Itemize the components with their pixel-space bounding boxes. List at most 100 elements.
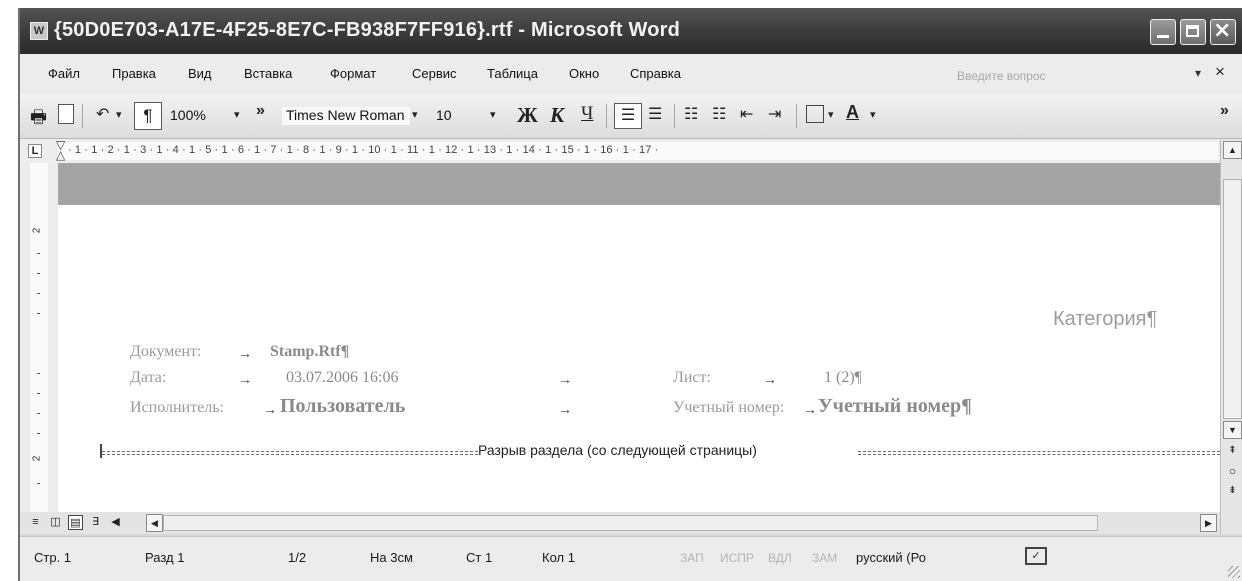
vertical-ruler-number: 2 [31,455,43,462]
menu-window[interactable]: Окно [569,66,599,81]
ruler-tick [37,253,40,254]
print-preview-icon[interactable] [58,104,74,124]
menu-table[interactable]: Таблица [487,66,538,81]
undo-dropdown-icon[interactable]: ▾ [116,108,122,121]
show-formatting-button[interactable]: ¶ [134,102,162,130]
scroll-right-button[interactable]: ▶ [1200,514,1217,532]
font-name-select[interactable]: Times New Roman [282,107,410,125]
tab-arrow: → [558,401,572,417]
font-dropdown-icon[interactable]: ▾ [412,108,418,121]
decrease-indent-icon[interactable]: ⇤ [740,104,753,124]
word-app-icon[interactable]: W [30,22,48,40]
executor-label: Исполнитель: [130,399,224,416]
menu-view[interactable]: Вид [188,66,212,81]
previous-page-icon[interactable]: ⇞ [1223,443,1242,461]
status-record-macro[interactable]: ЗАП [680,551,704,565]
menu-insert[interactable]: Вставка [244,66,292,81]
executor-value: Пользователь [280,395,406,417]
zoom-dropdown-icon[interactable]: ▾ [234,108,240,121]
formatting-toolbar: 🖶 ↶ ▾ ¶ 100% ▾ » Times New Roman ▾ 10 ▾ … [20,94,1242,139]
normal-view-icon[interactable]: ≡ [28,515,43,530]
undo-icon[interactable]: ↶ [96,104,109,124]
tab-selector-button[interactable]: L [28,144,42,158]
align-center-icon[interactable]: ☰ [648,104,662,124]
menu-format[interactable]: Формат [330,66,376,81]
title-bar[interactable]: W {50D0E703-A17E-4F25-8E7C-FB938F7FF916}… [20,8,1242,54]
toolbar-separator [82,104,83,128]
toolbar-overflow-icon[interactable]: » [1220,102,1229,120]
ruler-tick [37,373,40,374]
zoom-select[interactable]: 100% [166,107,214,125]
status-extend-selection[interactable]: ВДЛ [768,551,792,565]
vertical-scroll-thumb[interactable] [1223,179,1242,419]
ruler-tick [37,413,40,414]
date-label: Дата: [130,369,167,386]
menu-bar: Файл Правка Вид Вставка Формат Сервис Та… [20,54,1242,95]
menu-tools[interactable]: Сервис [412,66,457,81]
toolbar-more-icon[interactable]: » [256,102,265,120]
status-language[interactable]: русский (Ро [856,550,926,565]
borders-dropdown-icon[interactable]: ▾ [828,108,834,121]
scroll-left-button[interactable]: ◀ [146,514,163,532]
bulleted-list-icon[interactable]: ☷ [712,104,726,124]
ask-dropdown-icon[interactable]: ▾ [1195,66,1201,80]
web-layout-view-icon[interactable]: ◫ [48,515,63,530]
status-section: Разд 1 [145,550,185,565]
vertical-ruler[interactable]: 2 2 [20,163,58,512]
category-text: Категория¶ [1053,308,1158,330]
print-layout-view-icon[interactable]: ▤ [68,515,83,530]
ruler-tick [37,393,40,394]
window-title: {50D0E703-A17E-4F25-8E7C-FB938F7FF916}.r… [54,19,681,41]
maximize-button[interactable] [1180,19,1206,45]
status-bar: Стр. 1 Разд 1 1/2 На 3см Ст 1 Кол 1 ЗАП … [20,536,1242,581]
italic-button[interactable]: К [550,103,564,128]
close-icon: × [1213,18,1232,43]
reading-view-icon[interactable]: ◀ [108,515,123,530]
status-track-changes[interactable]: ИСПР [720,551,754,565]
horizontal-ruler[interactable]: L ▽ △ · 1 · 1 · 2 · 1 · 3 · 1 · 4 · 1 · 5… [20,139,1220,163]
bold-button[interactable]: Ж [517,103,538,128]
select-browse-object-icon[interactable]: ○ [1223,463,1242,481]
minimize-icon [1157,35,1169,38]
date-value: 03.07.2006 16:06 [286,369,399,386]
minimize-button[interactable] [1150,19,1176,45]
document-value: Stamp.Rtf¶ [270,343,350,360]
next-page-icon[interactable]: ⇟ [1223,483,1242,501]
tab-arrow: → [763,371,777,387]
spelling-check-icon[interactable]: ✓ [1025,547,1047,565]
horizontal-scroll-row: ≡ ◫ ▤ ∃ ◀ ◀ ▶ [20,512,1220,534]
maximize-icon [1186,25,1199,37]
status-overtype[interactable]: ЗАМ [812,551,837,565]
toolbar-separator [606,104,607,128]
increase-indent-icon[interactable]: ⇥ [768,104,781,124]
tab-arrow: → [263,401,277,417]
font-color-dropdown-icon[interactable]: ▾ [870,108,876,121]
ruler-marks: · 1 · 1 · 2 · 1 · 3 · 1 · 4 · 1 · 5 · 1 … [68,144,659,156]
menu-help[interactable]: Справка [630,66,681,81]
font-color-icon[interactable]: А [846,102,859,123]
size-dropdown-icon[interactable]: ▾ [490,108,496,121]
sheet-label: Лист: [673,369,711,386]
indent-marker-icon[interactable]: ▽ △ [56,139,68,161]
menu-file[interactable]: Файл [48,66,80,81]
font-size-select[interactable]: 10 [432,107,474,125]
section-break: Разрыв раздела (со следующей страницы) [100,442,1220,458]
horizontal-scroll-thumb[interactable] [163,515,1098,531]
document-area[interactable]: Категория¶ Документ: → Stamp.Rtf¶ Дата: … [58,163,1220,512]
close-document-icon[interactable]: × [1215,62,1225,82]
underline-button[interactable]: Ч [581,103,593,125]
vertical-scrollbar[interactable]: ▲ ▼ ⇞ ○ ⇟ [1220,139,1242,534]
ruler-tick [37,483,40,484]
borders-icon[interactable] [806,105,824,123]
outline-view-icon[interactable]: ∃ [88,515,103,530]
close-window-button[interactable]: × [1210,18,1236,45]
numbered-list-icon[interactable]: ☷ [684,104,698,124]
align-left-icon[interactable]: ☰ [614,103,642,129]
scroll-down-button[interactable]: ▼ [1223,421,1242,439]
resize-grip-icon[interactable] [1228,566,1240,578]
menu-edit[interactable]: Правка [112,66,156,81]
ask-question-input[interactable] [955,65,1194,87]
account-number-value: Учетный номер¶ [818,395,972,417]
scroll-up-button[interactable]: ▲ [1223,141,1242,159]
print-icon[interactable]: 🖶 [30,105,47,135]
